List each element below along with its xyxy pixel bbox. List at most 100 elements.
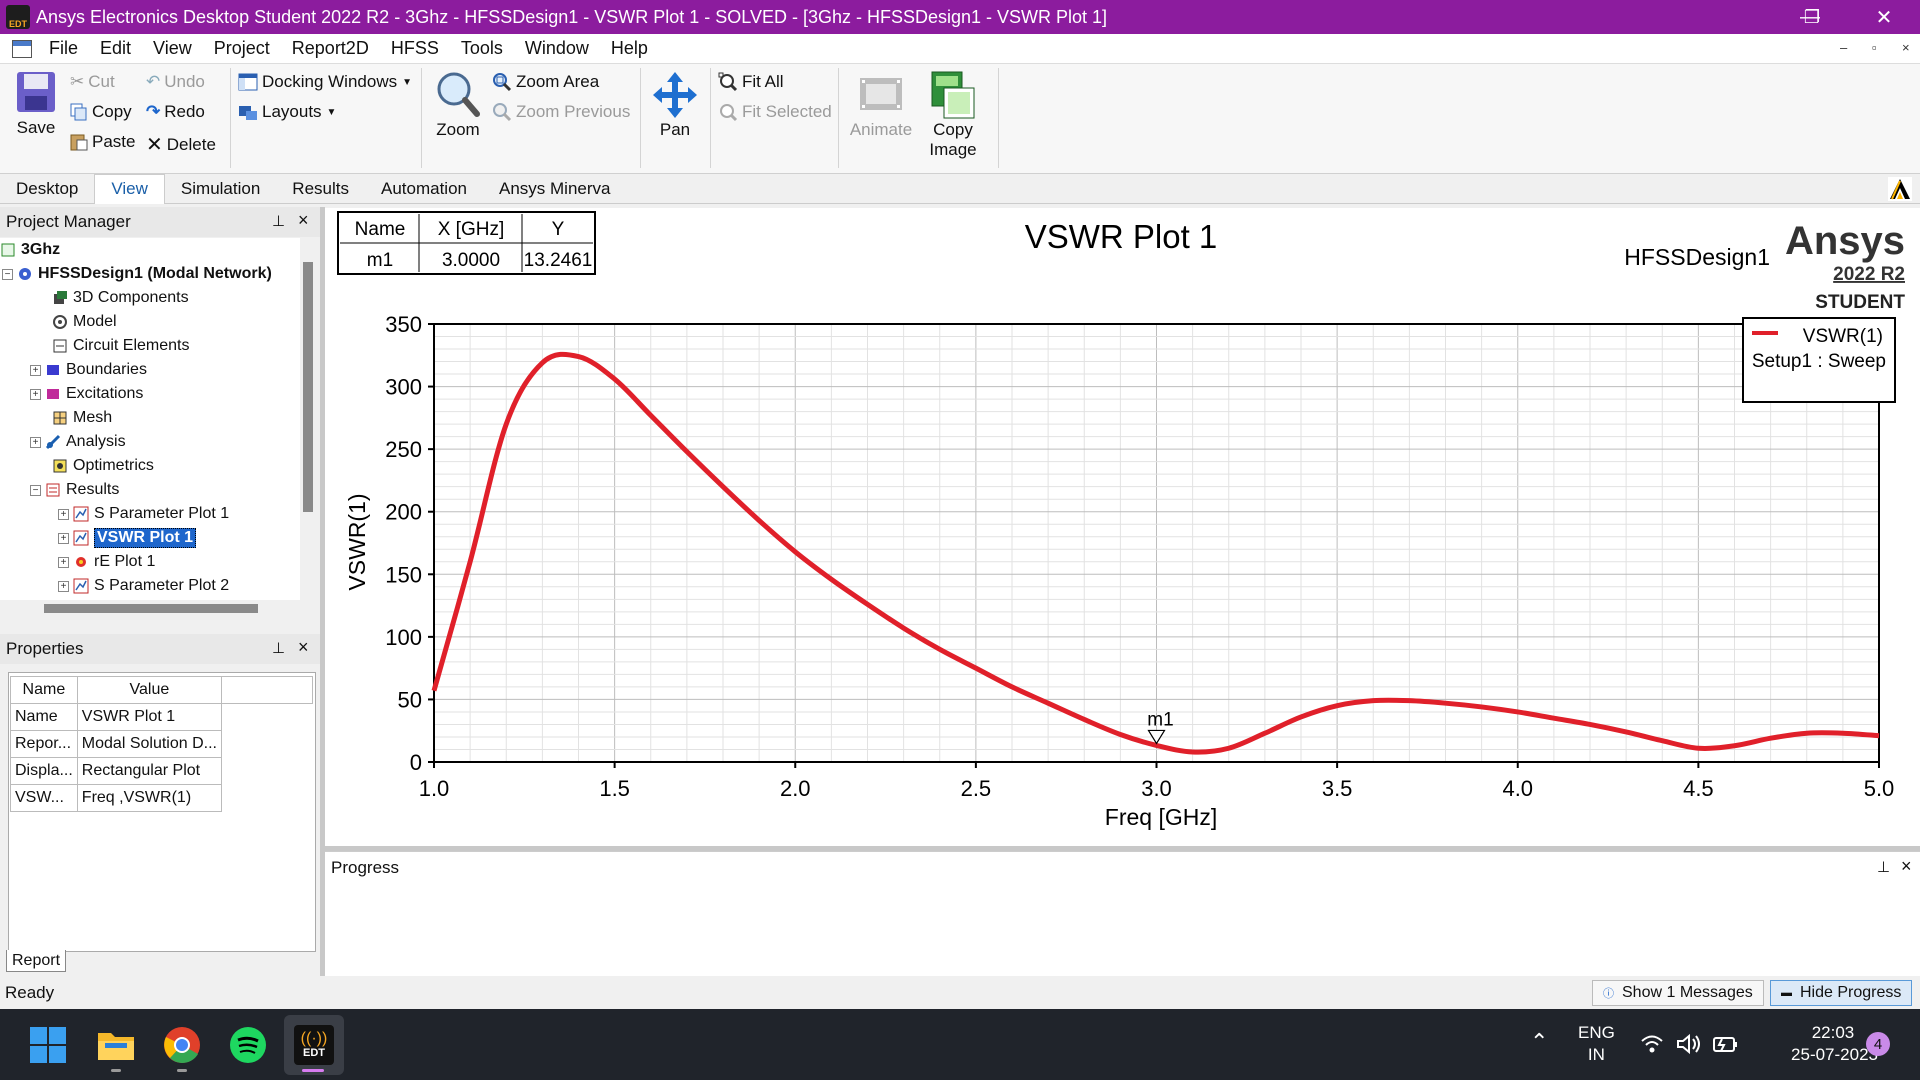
table-row[interactable]: Repor... Modal Solution D... [10, 730, 313, 758]
expand-icon[interactable]: + [30, 436, 41, 448]
notification-badge[interactable]: 4 [1866, 1032, 1890, 1056]
tree-node-results[interactable]: − Results [30, 478, 119, 502]
tree-node-boundaries[interactable]: + Boundaries [30, 358, 147, 382]
collapse-icon[interactable]: − [2, 268, 13, 280]
tab-simulation[interactable]: Simulation [165, 174, 276, 204]
pin-icon[interactable]: ⊥ [1877, 858, 1890, 876]
cut-button[interactable]: ✂ Cut [70, 72, 115, 92]
copy-button[interactable]: Copy [70, 102, 132, 122]
pan-button[interactable]: Pan [648, 70, 702, 140]
undo-button[interactable]: ↶ Undo [146, 72, 205, 92]
panel-close-icon[interactable]: × [298, 210, 309, 231]
spotify-icon[interactable] [226, 1023, 270, 1067]
tree-node-re-plot-1[interactable]: + rE Plot 1 [58, 550, 155, 574]
grid [433, 323, 1880, 763]
table-row[interactable]: VSW... Freq ,VSWR(1) [10, 784, 313, 812]
menu-view[interactable]: View [142, 38, 203, 59]
file-explorer-icon[interactable] [94, 1023, 138, 1067]
tree-node-design[interactable]: − HFSSDesign1 (Modal Network) [2, 262, 272, 286]
fit-all-button[interactable]: Fit All [718, 72, 784, 92]
tree-node-mesh[interactable]: Mesh [52, 406, 112, 430]
pin-icon[interactable]: ⊥ [272, 639, 285, 657]
close-button[interactable]: ✕ [1854, 0, 1914, 34]
zoom-button[interactable]: Zoom [430, 70, 486, 140]
menu-window[interactable]: Window [514, 38, 600, 59]
tree-node-circuit-elements[interactable]: Circuit Elements [52, 334, 189, 358]
volume-icon[interactable] [1676, 1033, 1702, 1055]
windows-start-icon[interactable] [26, 1023, 70, 1067]
copy-image-button[interactable]: Copy Image [918, 70, 988, 160]
pin-icon[interactable]: ⊥ [272, 212, 285, 230]
fit-selected-button[interactable]: Fit Selected [718, 102, 832, 122]
tree-vertical-scrollbar[interactable] [300, 238, 316, 600]
tree-node-s-parameter-plot-2[interactable]: + S Parameter Plot 2 [58, 574, 229, 598]
tree-node-excitations[interactable]: + Excitations [30, 382, 143, 406]
chevron-up-icon[interactable]: ⌃ [1530, 1029, 1548, 1055]
zoom-previous-button[interactable]: Zoom Previous [492, 102, 630, 122]
expand-icon[interactable]: + [58, 580, 69, 592]
vswr-chart[interactable]: Name X [GHz] Y m1 3.0000 13.2461 VSWR Pl… [325, 208, 1920, 846]
scrollbar-thumb[interactable] [44, 604, 258, 613]
hide-progress-button[interactable]: ▬ Hide Progress [1770, 980, 1913, 1006]
zoom-area-button[interactable]: Zoom Area [492, 72, 599, 92]
layouts-button[interactable]: Layouts ▼ [238, 102, 336, 122]
expand-icon[interactable]: + [30, 388, 41, 400]
props-cell[interactable]: Rectangular Plot [76, 757, 222, 785]
report-tab[interactable]: Report [6, 950, 67, 972]
collapse-icon[interactable]: − [30, 484, 41, 496]
table-row[interactable]: Name VSWR Plot 1 [10, 703, 313, 731]
plot-window[interactable]: Name X [GHz] Y m1 3.0000 13.2461 VSWR Pl… [325, 208, 1920, 846]
panel-close-icon[interactable]: × [298, 637, 309, 658]
tab-automation[interactable]: Automation [365, 174, 483, 204]
tree-node-s-parameter-plot-1[interactable]: + S Parameter Plot 1 [58, 502, 229, 526]
expand-icon[interactable]: + [58, 532, 69, 544]
save-button[interactable]: Save [10, 70, 62, 138]
tree-node-project[interactable]: 3Ghz [0, 238, 60, 262]
expand-icon[interactable]: + [58, 508, 69, 520]
restore-button[interactable]: ❐ [1787, 0, 1837, 34]
tree-node-model[interactable]: Model [52, 310, 117, 334]
scrollbar-thumb[interactable] [303, 262, 313, 512]
show-messages-button[interactable]: ⓘ Show 1 Messages [1592, 980, 1764, 1006]
mdi-close-button[interactable]: × [1902, 40, 1910, 55]
tab-desktop[interactable]: Desktop [0, 174, 94, 204]
menu-project[interactable]: Project [203, 38, 281, 59]
legend[interactable]: VSWR(1) Setup1 : Sweep [1742, 317, 1896, 403]
menu-hfss[interactable]: HFSS [380, 38, 450, 59]
menu-file[interactable]: File [38, 38, 89, 59]
menu-edit[interactable]: Edit [89, 38, 142, 59]
tab-view[interactable]: View [94, 173, 165, 204]
expand-icon[interactable]: + [30, 364, 41, 376]
menu-tools[interactable]: Tools [450, 38, 514, 59]
tree-node-analysis[interactable]: + Analysis [30, 430, 126, 454]
props-cell[interactable]: VSWR Plot 1 [76, 703, 222, 731]
battery-icon[interactable] [1712, 1033, 1740, 1055]
paste-button[interactable]: Paste [70, 132, 135, 152]
props-cell[interactable]: Freq ,VSWR(1) [76, 784, 222, 812]
wifi-icon[interactable] [1640, 1033, 1664, 1055]
menu-help[interactable]: Help [600, 38, 659, 59]
ansys-edt-icon[interactable]: ((·)) EDT [292, 1023, 336, 1067]
language-indicator[interactable]: ENG IN [1578, 1022, 1615, 1066]
table-row[interactable]: Displa... Rectangular Plot [10, 757, 313, 785]
tree-horizontal-scrollbar[interactable] [0, 600, 316, 616]
mdi-minimize-button[interactable]: – [1840, 40, 1847, 55]
docking-windows-button[interactable]: Docking Windows ▼ [238, 72, 412, 92]
chrome-icon[interactable] [160, 1023, 204, 1067]
tree-node-vswr-plot-1[interactable]: + VSWR Plot 1 [58, 526, 197, 550]
tab-results[interactable]: Results [276, 174, 365, 204]
tree-node-3d-components[interactable]: 3D Components [52, 286, 189, 310]
delete-button[interactable]: ✕ Delete [146, 132, 216, 157]
marker-table[interactable]: Name X [GHz] Y m1 3.0000 13.2461 [337, 211, 596, 275]
tab-ansys-minerva[interactable]: Ansys Minerva [483, 174, 626, 204]
menu-report2d[interactable]: Report2D [281, 38, 380, 59]
redo-button[interactable]: ↷ Redo [146, 102, 205, 122]
tree-node-optimetrics[interactable]: Optimetrics [52, 454, 154, 478]
panel-close-icon[interactable]: × [1901, 856, 1912, 877]
clock[interactable]: 22:03 25-07-2023 [1760, 1022, 1878, 1066]
document-icon[interactable] [12, 39, 32, 58]
props-cell[interactable]: Modal Solution D... [76, 730, 222, 758]
expand-icon[interactable]: + [58, 556, 69, 568]
animate-button[interactable]: Animate [846, 70, 916, 140]
mdi-restore-button[interactable]: ▫ [1872, 40, 1877, 55]
